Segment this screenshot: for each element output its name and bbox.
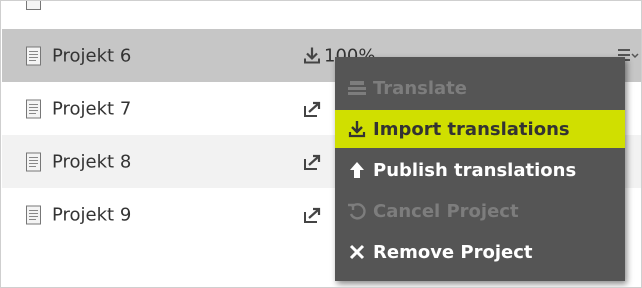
export-action[interactable] (302, 205, 324, 225)
menu-item-label: Import translations (373, 118, 570, 140)
export-action[interactable] (302, 152, 324, 172)
close-icon (349, 244, 365, 260)
translate-icon (348, 81, 366, 95)
export-action[interactable] (302, 99, 324, 119)
project-name[interactable]: Projekt 6 (52, 45, 131, 66)
project-context-menu: Translate Import translations Publish tr… (335, 57, 625, 281)
export-icon (304, 154, 321, 170)
menu-item-import-translations[interactable]: Import translations (335, 110, 625, 148)
document-icon (26, 205, 41, 224)
document-icon (26, 46, 41, 65)
project-name[interactable]: Projekt 8 (52, 151, 131, 172)
menu-item-label: Cancel Project (373, 200, 519, 222)
menu-item-cancel-project[interactable]: Cancel Project (335, 192, 625, 230)
download-icon (348, 121, 366, 138)
menu-item-publish-translations[interactable]: Publish translations (335, 151, 625, 189)
export-icon (304, 101, 321, 117)
document-icon (26, 1, 41, 10)
menu-item-label: Translate (373, 77, 467, 99)
document-icon (26, 152, 41, 171)
project-list: Projekt 6 100% Projekt 7 Projekt 8 Proje… (0, 0, 642, 288)
upload-arrow-icon (350, 162, 364, 178)
undo-icon (348, 203, 366, 220)
export-icon (304, 207, 321, 223)
menu-item-label: Publish translations (373, 159, 577, 181)
document-icon (26, 99, 41, 118)
menu-item-translate[interactable]: Translate (335, 69, 625, 107)
project-name[interactable]: Projekt 7 (52, 98, 131, 119)
project-name[interactable]: Projekt 9 (52, 204, 131, 225)
menu-item-remove-project[interactable]: Remove Project (335, 233, 625, 271)
table-row[interactable] (2, 1, 641, 17)
menu-item-label: Remove Project (373, 241, 533, 263)
download-icon (304, 47, 320, 64)
